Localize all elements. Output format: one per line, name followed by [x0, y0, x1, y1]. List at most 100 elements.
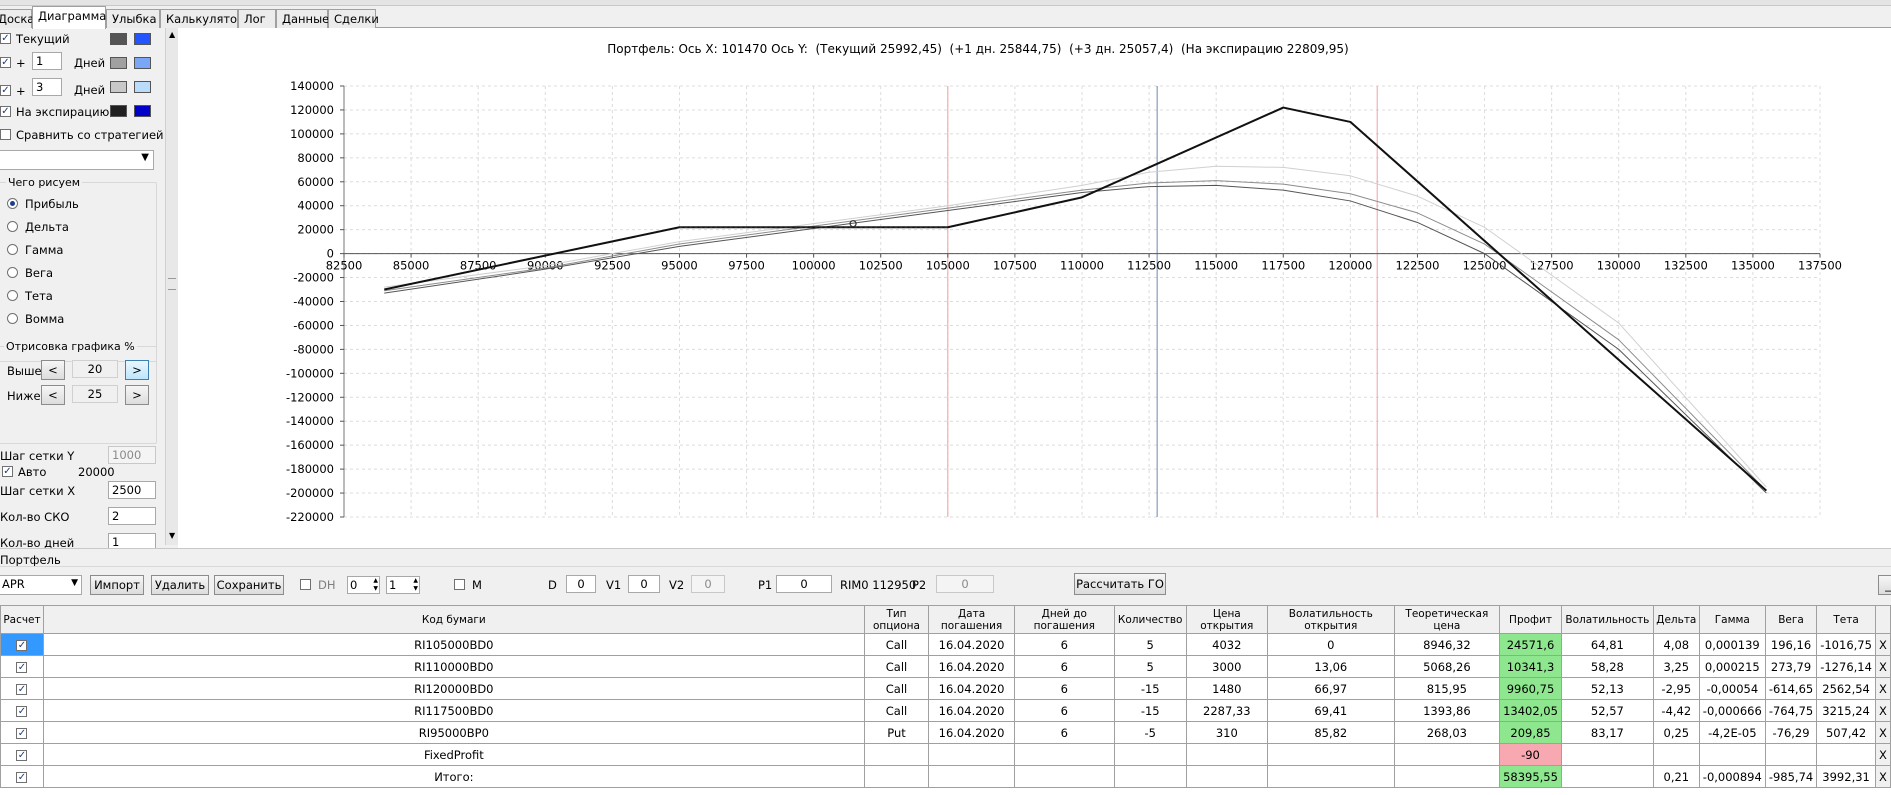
col-header-days[interactable]: Дней до погашения	[1013, 605, 1115, 634]
col-header-profit[interactable]: Профит	[1499, 605, 1562, 634]
calculate-go-button[interactable]: Рассчитать ГО	[1074, 573, 1166, 595]
col-header-theta[interactable]: Тета	[1816, 605, 1876, 634]
auto-checkbox[interactable]: ✓	[2, 466, 13, 477]
save-button[interactable]: Сохранить	[214, 575, 284, 595]
col-header-open-vol[interactable]: Волатильность открытия	[1266, 605, 1395, 634]
below-decrease-button[interactable]: <	[41, 385, 65, 405]
expiry-color-2[interactable]	[134, 105, 151, 117]
grid-x-input[interactable]: 2500	[108, 481, 156, 499]
col-header-calc[interactable]: Расчет	[0, 605, 44, 634]
plus1-days-input[interactable]: 1	[32, 52, 62, 70]
tab-data[interactable]: Данные	[276, 9, 329, 28]
tab-diagram[interactable]: Диаграмма	[32, 6, 106, 29]
row-calc-checkbox[interactable]: ✓	[16, 749, 28, 761]
plus1-checkbox[interactable]: ✓	[0, 57, 11, 68]
plus3-color-2[interactable]	[134, 81, 151, 93]
table-row[interactable]: ✓ FixedProfit -90 X	[0, 743, 1891, 766]
scroll-up-icon[interactable]: ▲	[169, 30, 175, 39]
table-row[interactable]: ✓ RI117500BD0 Call 16.04.2020 6 -15 2287,33 69,…	[0, 699, 1891, 722]
v1-input[interactable]: 0	[628, 575, 660, 593]
plus1-color-2[interactable]	[134, 57, 151, 69]
d-label: D	[548, 578, 557, 592]
plus3-days-input[interactable]: 3	[32, 78, 62, 96]
scroll-down-icon[interactable]: ▼	[169, 531, 175, 540]
m-checkbox[interactable]	[454, 579, 465, 590]
radio-vomma[interactable]	[7, 313, 18, 324]
import-button[interactable]: Импорт	[90, 575, 144, 595]
radio-gamma[interactable]	[7, 244, 18, 255]
above-increase-button[interactable]: >	[125, 360, 149, 380]
row-remove-button[interactable]: X	[1874, 699, 1891, 722]
col-header-date[interactable]: Дата погашения	[928, 605, 1015, 634]
row-calc-checkbox[interactable]: ✓	[16, 727, 28, 739]
table-row[interactable]: ✓ RI110000BD0 Call 16.04.2020 6 5 3000 13,06 506…	[0, 655, 1891, 678]
spinner-arrows-icon[interactable]: ▲ ▼	[413, 577, 418, 593]
row-calc-checkbox[interactable]: ✓	[16, 705, 28, 717]
row-calc-checkbox[interactable]: ✓	[16, 661, 28, 673]
table-row[interactable]: ✓ RI105000BD0 Call 16.04.2020 6 5 4032 0 8946,32…	[0, 633, 1891, 656]
row-remove-button[interactable]: X	[1874, 721, 1891, 744]
row-remove-button[interactable]: X	[1874, 655, 1891, 678]
col-header-open-price[interactable]: Цена открытия	[1185, 605, 1268, 634]
col-header-type[interactable]: Тип опциона	[863, 605, 930, 634]
tab-calculator[interactable]: Калькулятор	[160, 9, 244, 28]
row-remove-button[interactable]: X	[1874, 633, 1891, 656]
grid-y-input[interactable]: 1000	[108, 446, 156, 464]
col-header-code[interactable]: Код бумаги	[42, 605, 865, 634]
current-color-2[interactable]	[134, 33, 151, 45]
col-header-vega[interactable]: Вега	[1764, 605, 1818, 634]
p1-input[interactable]: 0	[776, 575, 832, 593]
above-decrease-button[interactable]: <	[41, 360, 65, 380]
col-header-theo[interactable]: Теоретическая цена	[1393, 605, 1501, 634]
tab-board[interactable]: Доска	[0, 9, 34, 28]
current-color-1[interactable]	[110, 33, 127, 45]
row-remove-button[interactable]: X	[1874, 677, 1891, 700]
plus3-color-1[interactable]	[110, 81, 127, 93]
row-remove-button[interactable]: X	[1874, 743, 1891, 766]
p2-input[interactable]: 0	[936, 575, 994, 593]
below-value[interactable]: 25	[72, 385, 118, 403]
col-header-qty[interactable]: Количество	[1113, 605, 1187, 634]
days-input[interactable]: 1	[108, 533, 156, 548]
above-value[interactable]: 20	[72, 360, 118, 378]
settings-scrollbar[interactable]: ▲ ▼	[165, 28, 178, 545]
plus3-checkbox[interactable]: ✓	[0, 85, 11, 96]
delete-button[interactable]: Удалить	[151, 575, 209, 595]
tab-smile[interactable]: Улыбка	[106, 9, 160, 28]
auto-value: 20000	[78, 465, 115, 479]
tab-log[interactable]: Лог	[238, 9, 276, 28]
radio-profit[interactable]	[7, 198, 18, 209]
strategy-select[interactable]: ▼	[0, 150, 154, 170]
row-calc-checkbox[interactable]: ✓	[16, 771, 28, 783]
current-checkbox[interactable]: ✓	[0, 33, 11, 44]
plus1-color-1[interactable]	[110, 57, 127, 69]
d-input[interactable]: 0	[566, 575, 596, 593]
below-increase-button[interactable]: >	[125, 385, 149, 405]
dh-spinner-2[interactable]: 1 ▲ ▼	[386, 576, 420, 594]
draw-percent-title: Отрисовка графика %	[4, 340, 137, 353]
table-row[interactable]: ✓ Итого: 58395,55 0,21 -0,000894 -985,74 3992,…	[0, 765, 1891, 788]
table-row[interactable]: ✓ RI120000BD0 Call 16.04.2020 6 -15 1480 66,97 8…	[0, 677, 1891, 700]
compare-checkbox[interactable]	[0, 129, 11, 140]
minimize-button[interactable]: _	[1878, 575, 1891, 595]
expiry-color-1[interactable]	[110, 105, 127, 117]
portfolio-select[interactable]: APR ▼	[0, 575, 82, 595]
radio-theta[interactable]	[7, 290, 18, 301]
radio-delta[interactable]	[7, 221, 18, 232]
row-calc-checkbox[interactable]: ✓	[16, 683, 28, 695]
expiry-checkbox[interactable]: ✓	[0, 106, 11, 117]
radio-vega[interactable]	[7, 267, 18, 278]
table-row[interactable]: ✓ RI95000BP0 Put 16.04.2020 6 -5 310 85,82 268,0…	[0, 721, 1891, 744]
col-header-delta[interactable]: Дельта	[1652, 605, 1700, 634]
col-header-vol[interactable]: Волатильность	[1560, 605, 1654, 634]
row-calc-checkbox[interactable]: ✓	[16, 639, 28, 651]
dh-checkbox[interactable]	[300, 579, 311, 590]
scroll-grip[interactable]	[168, 278, 176, 290]
tab-deals[interactable]: Сделки	[328, 9, 379, 28]
spinner-arrows-icon[interactable]: ▲ ▼	[373, 577, 378, 593]
col-header-gamma[interactable]: Гамма	[1698, 605, 1766, 634]
row-remove-button[interactable]: X	[1874, 765, 1891, 788]
v2-input[interactable]: 0	[691, 575, 725, 593]
sko-input[interactable]: 2	[108, 507, 156, 525]
dh-spinner-1[interactable]: 0 ▲ ▼	[347, 576, 380, 594]
